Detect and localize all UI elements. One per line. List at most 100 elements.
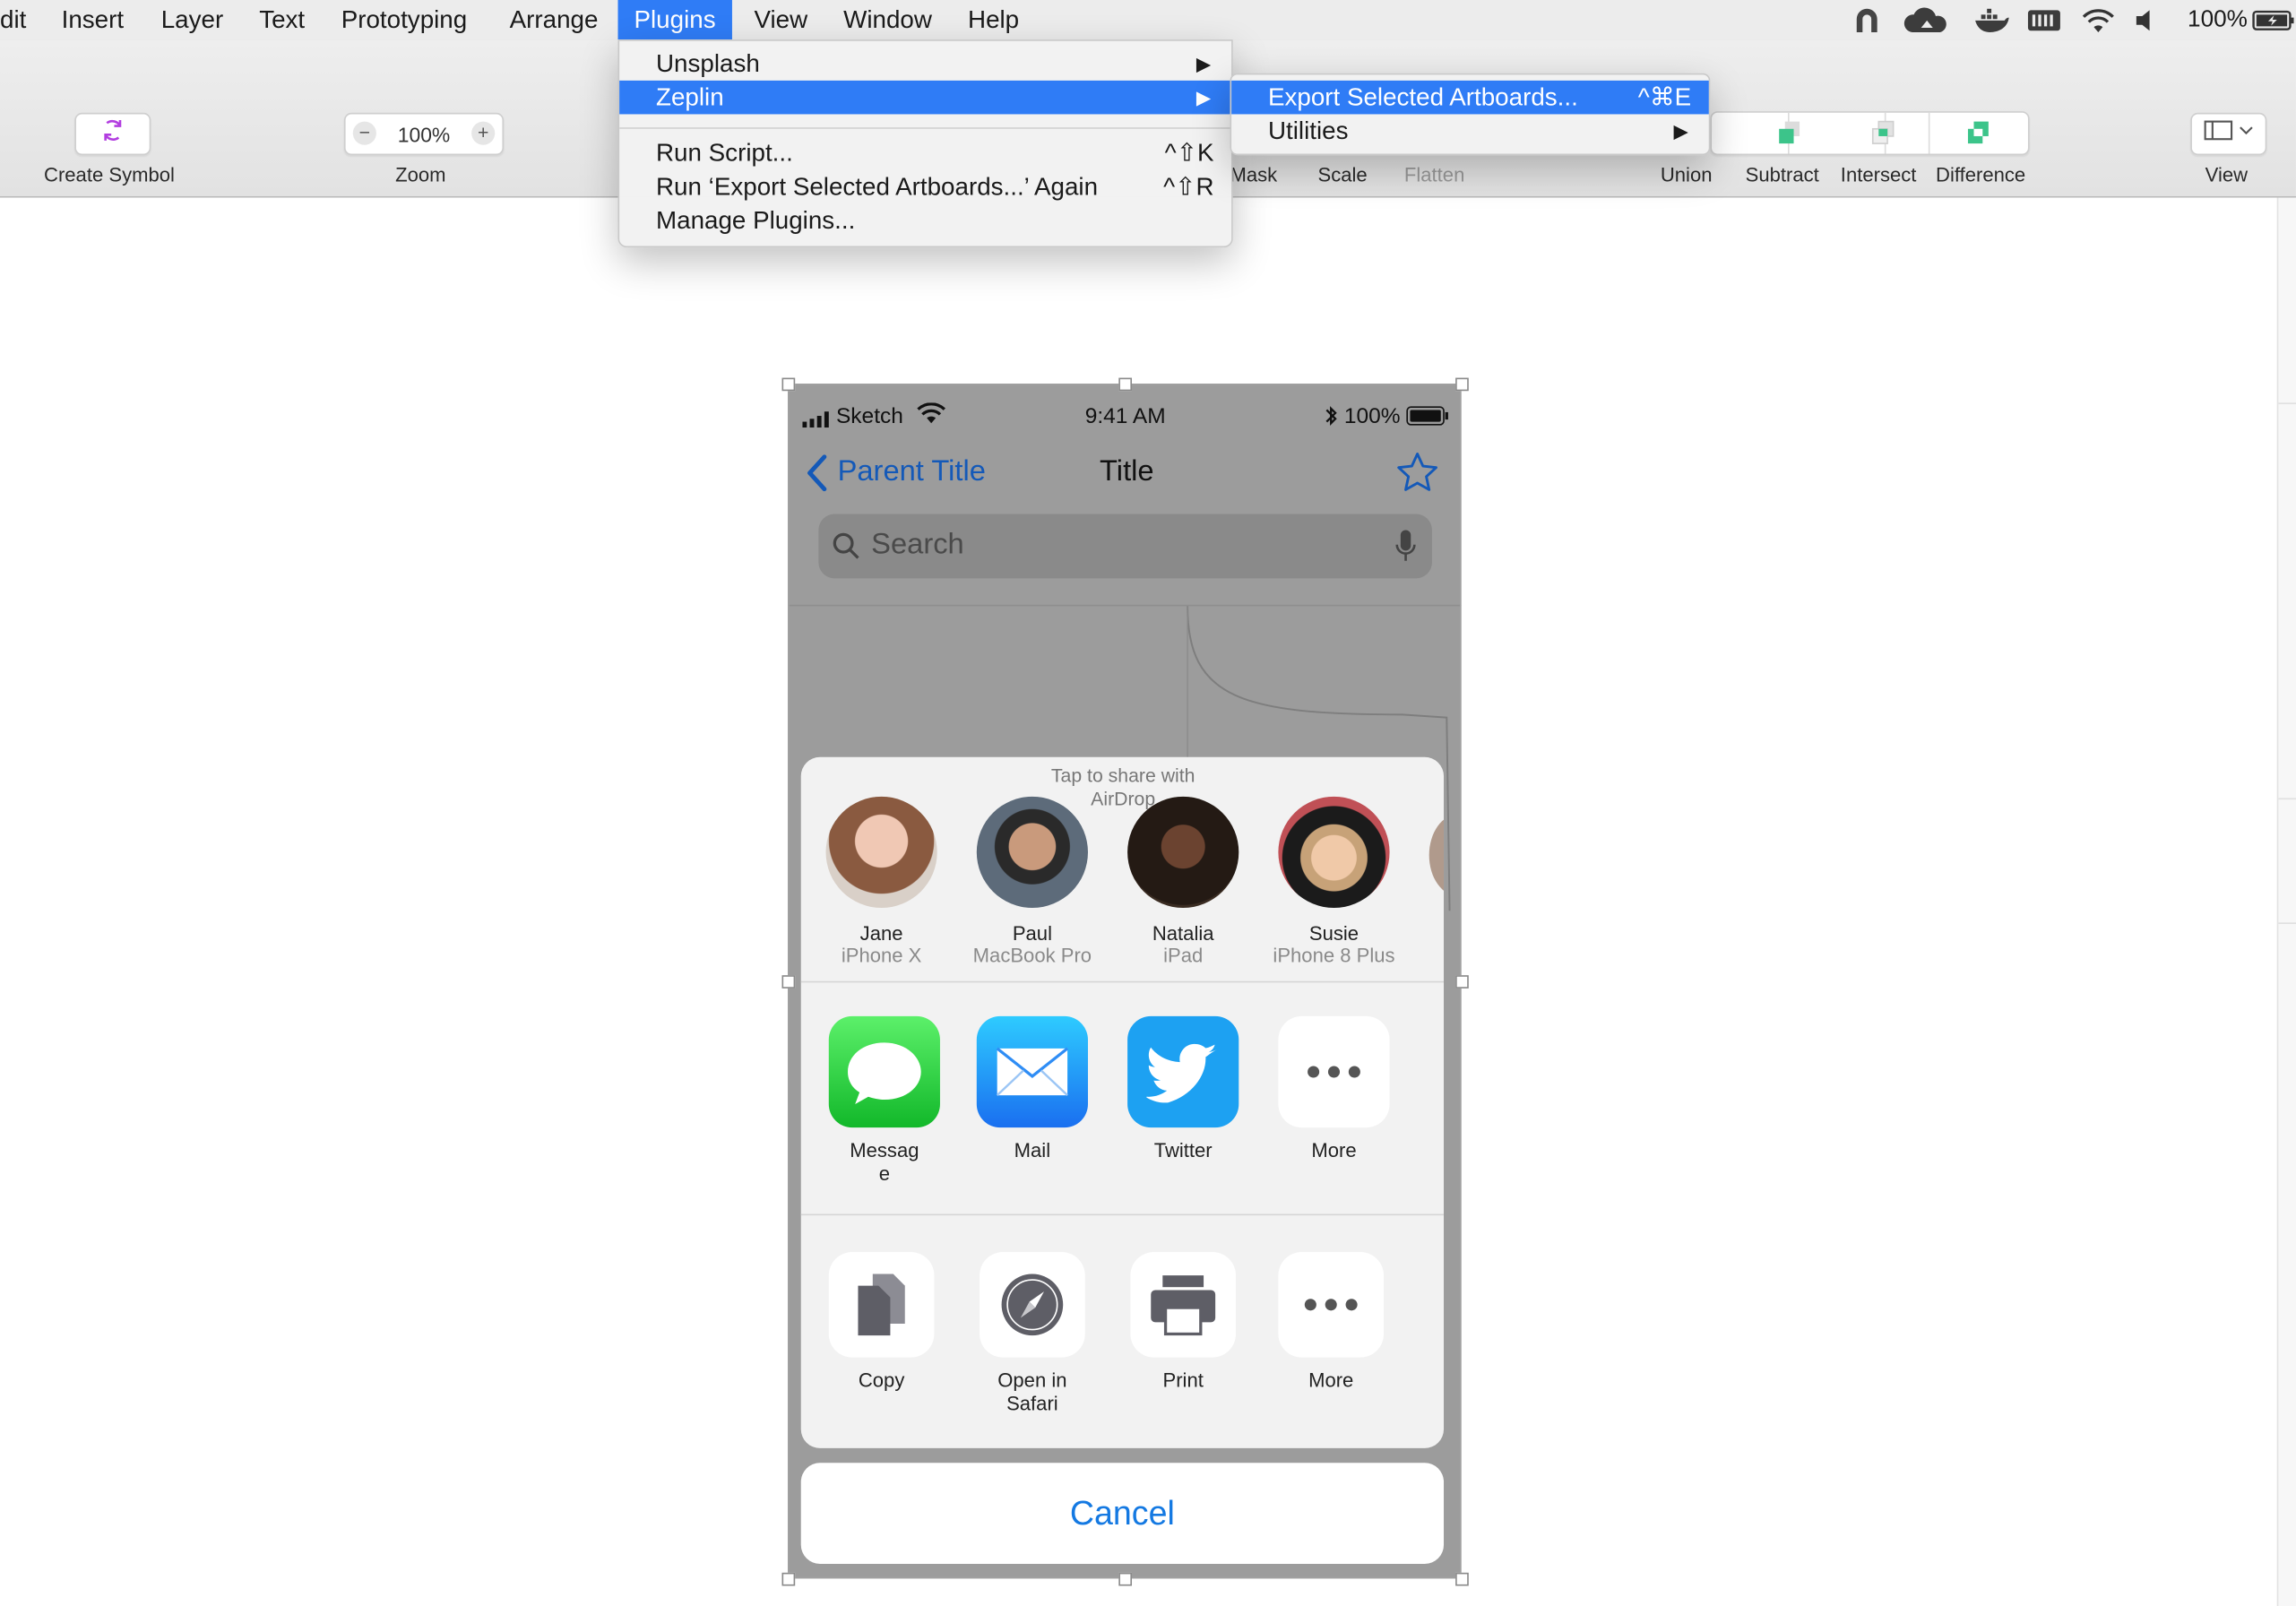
share-app-mail[interactable]: Mail: [959, 1015, 1105, 1162]
resize-handle-bottom-left[interactable]: [781, 1572, 796, 1586]
avatar: [1278, 796, 1390, 909]
menu-insert[interactable]: Insert: [62, 0, 124, 39]
airdrop-person-susie[interactable]: Susie iPhone 8 Plus: [1261, 796, 1407, 967]
zoom-control: − 100% +: [343, 112, 505, 156]
menu-prototyping[interactable]: Prototyping: [341, 0, 468, 39]
plugins-menu: Unsplash ▶ Zeplin ▶ Run Script... ^⇧K Ru…: [617, 39, 1233, 248]
action-open-in-safari[interactable]: Open in Safari: [959, 1251, 1105, 1416]
mail-icon: [976, 1015, 1088, 1128]
airdrop-person-jane[interactable]: Jane iPhone X: [808, 796, 954, 967]
safari-compass-icon: [980, 1251, 1085, 1358]
share-sheet: Tap to share with AirDrop Jane iPhone X …: [800, 756, 1445, 1448]
share-app-more[interactable]: More: [1261, 1015, 1407, 1162]
battery-icon[interactable]: [2252, 0, 2296, 39]
menu-window[interactable]: Window: [843, 0, 932, 39]
cloud-sync-icon[interactable]: [1901, 0, 1954, 39]
create-symbol-label: Create Symbol: [44, 163, 175, 186]
battery-percent: 100%: [2188, 7, 2248, 32]
menu-item-unsplash[interactable]: Unsplash ▶: [619, 47, 1231, 81]
avatar: [1127, 796, 1239, 909]
resize-handle-bottom-right[interactable]: [1455, 1572, 1469, 1586]
person-name: Natalia: [1152, 922, 1214, 945]
mask-label[interactable]: Mask: [1230, 164, 1277, 186]
cancel-button[interactable]: Cancel: [800, 1463, 1445, 1565]
action-label: Open in Safari: [997, 1369, 1067, 1415]
resize-handle-top-right[interactable]: [1455, 377, 1469, 392]
artboard[interactable]: Sketch 9:41 AM 100% Parent Title Title S…: [788, 384, 1462, 1579]
twitter-icon: [1127, 1015, 1239, 1128]
menu-help[interactable]: Help: [968, 0, 1019, 39]
airdrop-person-natalia[interactable]: Natalia iPad: [1109, 796, 1256, 967]
memory-icon[interactable]: [2026, 0, 2061, 39]
subtract-icon[interactable]: [1776, 120, 1802, 154]
zoom-value: 100%: [397, 122, 451, 146]
action-label: More: [1308, 1369, 1354, 1392]
docker-icon[interactable]: [1973, 0, 2009, 39]
action-label: Copy: [858, 1369, 905, 1392]
person-device: MacBook Pro: [972, 944, 1092, 967]
resize-handle-left[interactable]: [781, 975, 796, 989]
people-divider: [800, 980, 1445, 983]
action-more[interactable]: More: [1258, 1251, 1404, 1393]
share-app-messages[interactable]: Messag e: [811, 1015, 957, 1187]
submenu-arrow-icon: ▶: [1195, 86, 1212, 108]
avatar: [976, 796, 1088, 909]
zoom-label: Zoom: [395, 163, 446, 186]
inspector-edge: [2276, 197, 2296, 1606]
scale-label[interactable]: Scale: [1318, 164, 1368, 186]
menu-item-run-script[interactable]: Run Script... ^⇧K: [619, 136, 1231, 170]
submenu-arrow-icon: ▶: [1195, 52, 1212, 75]
view-button[interactable]: [2190, 112, 2267, 156]
zoom-out-button[interactable]: −: [352, 121, 376, 145]
difference-icon[interactable]: [1965, 120, 1991, 154]
boolean-ops-group: [1710, 111, 2030, 156]
menu-item-manage-plugins[interactable]: Manage Plugins...: [619, 203, 1231, 237]
person-device: iPhone X: [841, 944, 922, 967]
menu-item-utilities[interactable]: Utilities ▶: [1231, 114, 1709, 148]
union-label[interactable]: Union: [1661, 164, 1713, 186]
volume-icon[interactable]: [2134, 0, 2157, 39]
menu-layer[interactable]: Layer: [161, 0, 223, 39]
create-symbol-icon: [98, 116, 127, 152]
menu-bar: dit Insert Layer Text Prototyping Arrang…: [0, 0, 2296, 41]
resize-handle-top-left[interactable]: [781, 377, 796, 392]
app-label: More: [1311, 1139, 1357, 1161]
flatten-label[interactable]: Flatten: [1404, 164, 1464, 186]
menu-item-run-again[interactable]: Run ‘Export Selected Artboards...’ Again…: [619, 170, 1231, 204]
avatar-partial: [1429, 814, 1445, 896]
menu-arrange[interactable]: Arrange: [510, 0, 599, 39]
wifi-icon[interactable]: [2081, 0, 2116, 39]
avatar: [825, 796, 937, 909]
menu-item-zeplin[interactable]: Zeplin ▶: [619, 80, 1232, 115]
resize-handle-top[interactable]: [1118, 377, 1133, 392]
person-device: iPhone 8 Plus: [1273, 944, 1395, 967]
resize-handle-right[interactable]: [1455, 975, 1469, 989]
menu-item-export-selected-artboards[interactable]: Export Selected Artboards... ^⌘E: [1231, 80, 1709, 115]
view-label: View: [2205, 163, 2249, 186]
difference-label[interactable]: Difference: [1936, 164, 2025, 186]
menu-plugins[interactable]: Plugins: [617, 0, 732, 40]
person-name: Jane: [859, 922, 903, 945]
intersect-label[interactable]: Intersect: [1841, 164, 1917, 186]
person-name: Paul: [1012, 922, 1052, 945]
printer-icon: [1130, 1251, 1237, 1358]
messages-icon: [828, 1015, 940, 1128]
action-copy[interactable]: Copy: [808, 1251, 954, 1393]
more-dots-icon: [1278, 1015, 1390, 1128]
airdrop-person-paul[interactable]: Paul MacBook Pro: [959, 796, 1105, 967]
share-app-twitter[interactable]: Twitter: [1109, 1015, 1256, 1162]
resize-handle-bottom[interactable]: [1118, 1572, 1133, 1586]
menu-view[interactable]: View: [754, 0, 807, 39]
view-layout-icon: [2204, 118, 2254, 149]
zoom-in-button[interactable]: +: [471, 121, 496, 145]
action-print[interactable]: Print: [1109, 1251, 1256, 1393]
arc-icon[interactable]: [1852, 0, 1882, 39]
menu-text[interactable]: Text: [259, 0, 305, 39]
person-name: Susie: [1308, 922, 1359, 945]
intersect-icon[interactable]: [1869, 120, 1895, 154]
create-symbol-button[interactable]: [74, 112, 151, 156]
menu-edit[interactable]: dit: [0, 0, 26, 39]
subtract-label[interactable]: Subtract: [1746, 164, 1819, 186]
more-dots-icon: [1278, 1251, 1385, 1358]
person-device: iPad: [1163, 944, 1204, 967]
